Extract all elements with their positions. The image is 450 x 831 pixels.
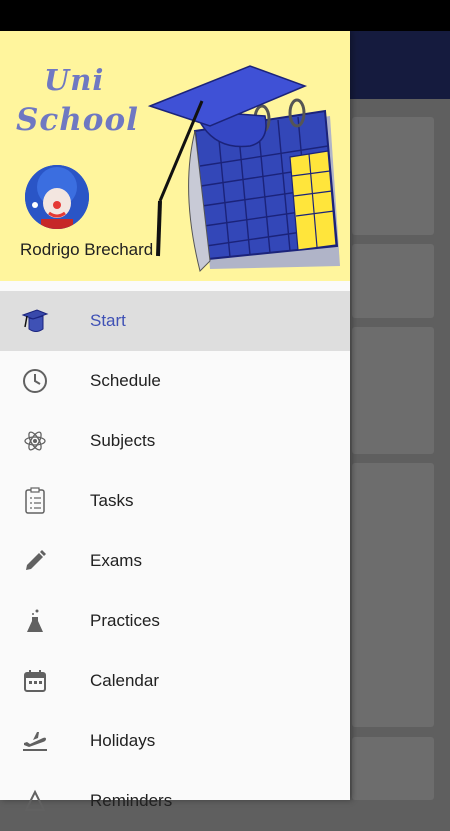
airplane-takeoff-icon: [20, 726, 50, 756]
menu-item-label: Reminders: [90, 791, 173, 810]
clock-icon: [20, 366, 50, 396]
flask-icon: [20, 606, 50, 636]
graduation-cap-icon: [20, 306, 50, 336]
pencil-icon: [20, 546, 50, 576]
content-card: [352, 737, 434, 800]
alarm-icon: [20, 786, 50, 816]
app-logo-line-2: School: [16, 102, 139, 138]
content-card: [352, 463, 434, 727]
menu-item-label: Holidays: [90, 731, 156, 750]
menu-item-start[interactable]: Start: [0, 291, 350, 351]
graduation-calendar-illustration: [147, 65, 340, 272]
menu-item-calendar[interactable]: Calendar: [0, 651, 350, 711]
user-name: Rodrigo Brechard: [20, 240, 154, 259]
menu-item-practices[interactable]: Practices: [0, 591, 350, 651]
menu-item-label: Start: [90, 311, 126, 330]
user-avatar[interactable]: [25, 165, 89, 229]
menu-item-label: Schedule: [90, 371, 161, 390]
menu-item-schedule[interactable]: Schedule: [0, 351, 350, 411]
drawer-menu: Start Schedule Subjects Tasks Exams Prac…: [0, 291, 350, 831]
menu-item-label: Subjects: [90, 431, 156, 450]
menu-item-label: Tasks: [90, 491, 134, 510]
app-logo-line-1: Uni: [44, 63, 105, 97]
menu-item-exams[interactable]: Exams: [0, 531, 350, 591]
menu-item-label: Exams: [90, 551, 142, 570]
content-card: [352, 117, 434, 235]
menu-item-reminders[interactable]: Reminders: [0, 771, 350, 831]
drawer-header: Uni School Rodrigo Brechard: [0, 31, 350, 281]
atom-icon: [20, 426, 50, 456]
calendar-icon: [20, 666, 50, 696]
status-bar: [0, 0, 450, 31]
menu-item-holidays[interactable]: Holidays: [0, 711, 350, 771]
menu-item-tasks[interactable]: Tasks: [0, 471, 350, 531]
clipboard-list-icon: [20, 486, 50, 516]
content-card: [352, 244, 434, 318]
menu-item-subjects[interactable]: Subjects: [0, 411, 350, 471]
content-card: [352, 327, 434, 454]
menu-item-label: Practices: [90, 611, 160, 630]
menu-item-label: Calendar: [90, 671, 159, 690]
navigation-drawer: Uni School Rodrigo Brechard Start Schedu…: [0, 31, 350, 811]
